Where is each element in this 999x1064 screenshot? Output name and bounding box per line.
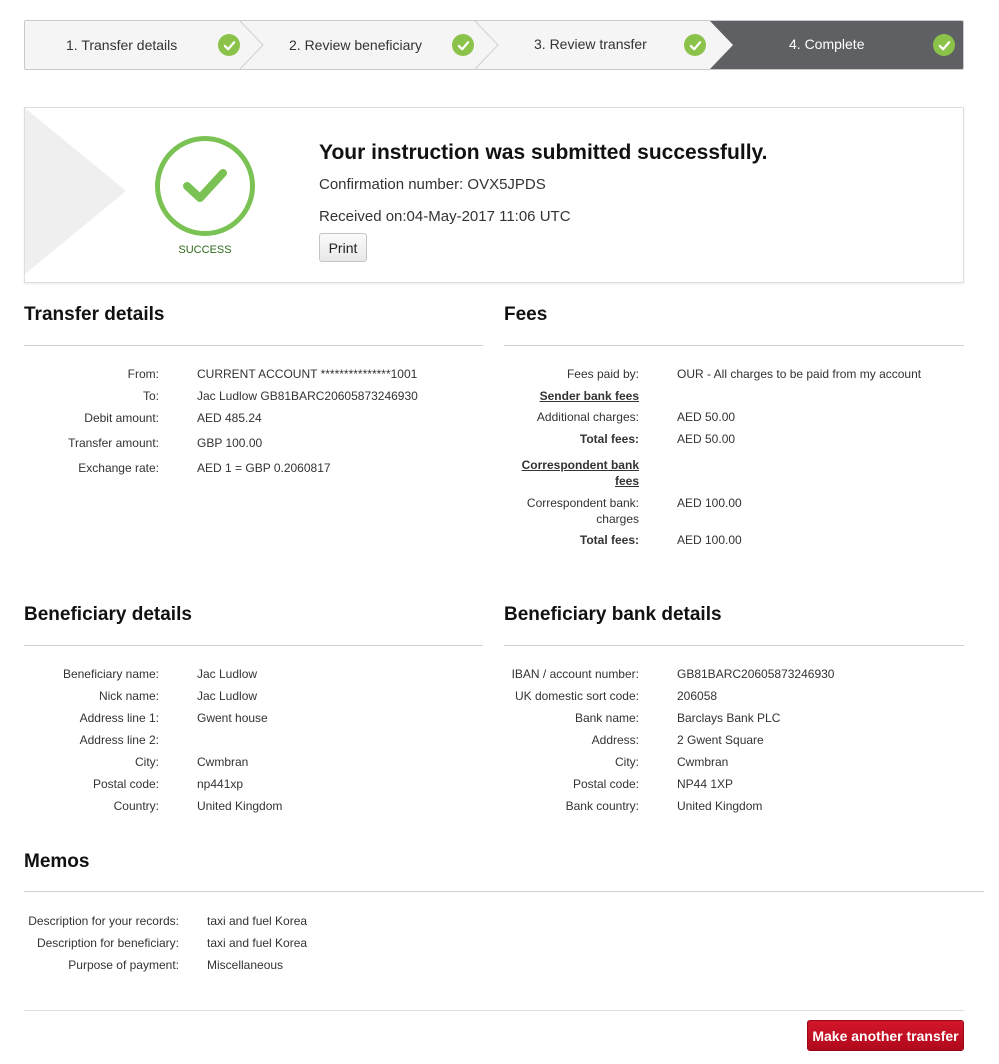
progress-stepper: 1. Transfer details 2. Review beneficiar…: [24, 20, 964, 70]
detail-label: To:: [142, 389, 159, 403]
fee-value: OUR - All charges to be paid from my acc…: [677, 367, 922, 381]
fees-list: Fees paid by: OUR - All charges to be pa…: [504, 367, 964, 557]
fee-label: Fees paid by:: [566, 367, 639, 381]
detail-value: Jac Ludlow: [197, 667, 258, 681]
success-check-icon: [155, 136, 255, 236]
transfer-details-list: From: CURRENT ACCOUNT ***************100…: [24, 367, 483, 487]
memos-section: Memos: [24, 851, 984, 911]
fee-label: Additional charges:: [536, 410, 639, 424]
detail-value: Cwmbran: [677, 755, 729, 769]
detail-label: Postal code:: [92, 777, 159, 791]
detail-label: City:: [615, 755, 639, 769]
fee-group-heading: fees: [614, 474, 639, 488]
success-panel: SUCCESS Your instruction was submitted s…: [24, 107, 964, 283]
section-title: Beneficiary details: [24, 604, 192, 625]
detail-label: Bank name:: [574, 711, 639, 725]
memo-label: Purpose of payment:: [68, 958, 179, 972]
fee-value: AED 100.00: [677, 496, 742, 510]
step-complete: 4. Complete: [733, 21, 963, 69]
check-icon: [933, 34, 955, 56]
beneficiary-bank-list: IBAN / account number: GB81BARC2060587324…: [504, 667, 964, 827]
detail-label: Address line 2:: [79, 733, 159, 747]
received-timestamp: Received on:04-May-2017 11:06 UTC: [319, 208, 571, 225]
fee-label: Total fees:: [579, 432, 639, 446]
beneficiary-bank-section: Beneficiary bank details: [504, 604, 964, 664]
detail-value: Jac Ludlow: [197, 689, 258, 703]
step-label: 1. Transfer details: [66, 37, 178, 53]
detail-label: City:: [135, 755, 159, 769]
step-review-transfer: 3. Review transfer: [498, 21, 713, 69]
detail-label: Postal code:: [572, 777, 639, 791]
detail-label: Country:: [113, 799, 159, 813]
make-another-transfer-button[interactable]: Make another transfer: [807, 1020, 964, 1051]
detail-value: United Kingdom: [677, 799, 763, 813]
check-icon: [218, 34, 240, 56]
divider: [24, 891, 984, 892]
detail-value: Cwmbran: [197, 755, 249, 769]
divider: [24, 645, 483, 646]
success-status: SUCCESS: [178, 244, 232, 256]
detail-value: 206058: [677, 689, 718, 703]
detail-label: IBAN / account number:: [511, 667, 639, 681]
divider: [504, 645, 964, 646]
beneficiary-details-list: Beneficiary name: Jac Ludlow Nick name: Ja…: [24, 667, 483, 827]
step-label: 2. Review beneficiary: [289, 37, 423, 53]
fee-label: charges: [596, 512, 639, 526]
detail-value: AED 1 = GBP 0.2060817: [197, 461, 331, 475]
memo-value: taxi and fuel Korea: [207, 914, 308, 928]
detail-label: Bank country:: [565, 799, 639, 813]
detail-label: Debit amount:: [84, 411, 159, 425]
check-icon: [452, 34, 474, 56]
detail-label: From:: [127, 367, 159, 381]
divider: [24, 1010, 964, 1011]
fee-label: Total fees:: [579, 533, 639, 547]
decorative-arrow-icon: [25, 108, 126, 274]
detail-label: UK domestic sort code:: [514, 689, 639, 703]
fee-value: AED 100.00: [677, 533, 742, 547]
fee-group-heading: Correspondent bank: [521, 458, 639, 472]
check-icon: [684, 34, 706, 56]
memo-label: Description for your records:: [28, 914, 179, 928]
memo-label: Description for beneficiary:: [36, 936, 179, 950]
memos-list: Description for your records: taxi and fu…: [24, 914, 984, 984]
section-title: Fees: [504, 304, 548, 325]
section-title: Memos: [24, 851, 90, 872]
detail-label: Address:: [591, 733, 639, 747]
detail-value: CURRENT ACCOUNT ***************1001: [197, 367, 418, 381]
print-button[interactable]: Print: [319, 233, 367, 262]
detail-label: Nick name:: [98, 689, 159, 703]
fee-label: Correspondent bank:: [526, 496, 639, 510]
step-label: 3. Review transfer: [534, 36, 647, 52]
divider: [24, 345, 483, 346]
divider: [504, 345, 964, 346]
step-label: 4. Complete: [789, 36, 865, 52]
fee-value: AED 50.00: [677, 432, 736, 446]
section-title: Beneficiary bank details: [504, 604, 722, 625]
detail-value: Jac Ludlow GB81BARC20605873246930: [197, 389, 418, 403]
fee-group-heading: Sender bank fees: [539, 389, 639, 403]
fees-section: Fees: [504, 304, 964, 364]
step-transfer-details: 1. Transfer details: [25, 21, 240, 69]
detail-value: GB81BARC20605873246930: [677, 667, 835, 681]
detail-label: Exchange rate:: [78, 461, 159, 475]
detail-value: AED 485.24: [197, 411, 262, 425]
confirmation-number: Confirmation number: OVX5JPDS: [319, 176, 546, 193]
detail-label: Beneficiary name:: [62, 667, 159, 681]
detail-value: Gwent house: [197, 711, 268, 725]
fee-value: AED 50.00: [677, 410, 736, 424]
memo-value: Miscellaneous: [207, 958, 284, 972]
detail-label: Transfer amount:: [68, 436, 159, 450]
detail-label: Address line 1:: [79, 711, 159, 725]
detail-value: GBP 100.00: [197, 436, 263, 450]
detail-value: np441xp: [197, 777, 244, 791]
success-heading: Your instruction was submitted successfu…: [319, 141, 768, 164]
section-title: Transfer details: [24, 304, 165, 325]
detail-value: United Kingdom: [197, 799, 283, 813]
memo-value: taxi and fuel Korea: [207, 936, 308, 950]
detail-value: 2 Gwent Square: [677, 733, 764, 747]
step-review-beneficiary: 2. Review beneficiary: [263, 21, 478, 69]
detail-value: Barclays Bank PLC: [677, 711, 781, 725]
detail-value: NP44 1XP: [677, 777, 734, 791]
beneficiary-details-section: Beneficiary details: [24, 604, 483, 664]
